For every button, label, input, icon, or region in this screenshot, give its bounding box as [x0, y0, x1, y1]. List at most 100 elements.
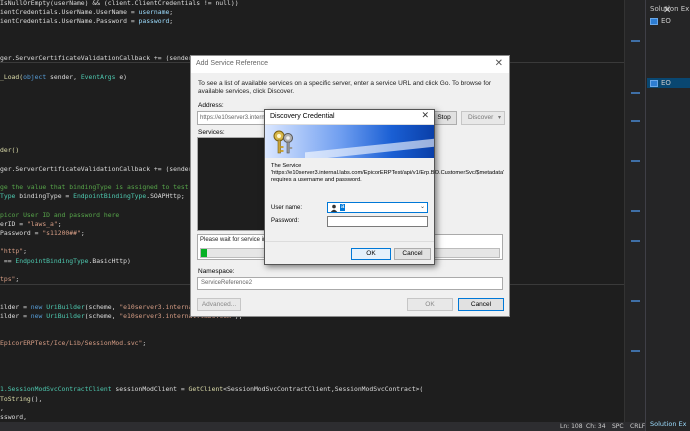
code-line: "http"; [0, 247, 27, 256]
solution-item[interactable]: EO [650, 16, 671, 26]
code-token: erID = [0, 219, 27, 228]
code-token: ; [169, 8, 174, 17]
ok-button[interactable]: OK [351, 248, 391, 260]
code-token: ilder = [0, 302, 31, 311]
code-token: .BasicHttp) [88, 256, 131, 265]
close-icon[interactable]: ✕ [495, 58, 503, 69]
code-token: IsNullOrEmpty(userName) && (client.Clien… [0, 0, 239, 7]
code-line: IsNullOrEmpty(userName) && (client.Clien… [0, 0, 239, 8]
discovery-credential-dialog: Discovery Credential ✕ The Service 'http… [264, 109, 505, 265]
code-line: ToString(), [0, 395, 42, 404]
code-token: new [30, 302, 43, 311]
code-line: der() [0, 146, 19, 155]
code-line: == EndpointBindingType.BasicHttp) [0, 257, 131, 266]
code-line: Type bindingType = EndpointBindingType.S… [0, 192, 185, 201]
code-token: , [0, 403, 4, 412]
code-token: <SessionModSvcContractClient,SessionModS… [223, 385, 424, 394]
code-line: ger.ServerCertificateValidationCallback … [0, 165, 215, 174]
status-bar: Ln: 108 Ch: 34 SPC CRLF [0, 422, 645, 431]
editor-scroll-map[interactable] [624, 0, 645, 422]
code-token: ge the value that bindingType is assigne… [0, 183, 216, 191]
code-token: ; [23, 247, 27, 256]
code-token: tps" [0, 275, 16, 283]
code-line: tps"; [0, 275, 19, 284]
password-field[interactable] [327, 216, 428, 227]
code-token: ientCredentials.UserName.Password = [0, 17, 139, 26]
code-token: (scheme, [84, 311, 120, 320]
code-token: UriBuilder [46, 311, 85, 320]
code-token: picor User ID and password here [0, 210, 120, 219]
solution-explorer-tab[interactable]: Solution Ex [650, 420, 687, 428]
keys-icon [273, 130, 293, 154]
namespace-label: Namespace: [198, 268, 235, 275]
code-token: Password = [0, 229, 43, 237]
code-token: _Load( [0, 72, 24, 81]
code-token: ; [142, 339, 147, 348]
code-line: picor User ID and password here [0, 211, 119, 220]
code-line: ientCredentials.UserName.Password = pass… [0, 17, 173, 26]
code-token: EventArgs [80, 72, 116, 81]
solution-explorer-panel[interactable]: Solution Ex EO EO [645, 0, 690, 431]
code-line: ientCredentials.UserName.UserName = user… [0, 8, 173, 17]
password-label: Password: [271, 218, 300, 224]
instructions-text: To see a list of available services on a… [198, 80, 491, 95]
code-line: ge the value that bindingType is assigne… [0, 183, 215, 192]
credential-message: The Service 'https://e10server3.internal… [271, 163, 505, 183]
dialog-title: Add Service Reference [196, 60, 268, 67]
progress-fill [201, 249, 207, 257]
code-token: (scheme, [84, 302, 120, 311]
solution-item[interactable]: EO [650, 78, 671, 88]
code-token: (), [30, 394, 43, 403]
scroll-map-marker [631, 160, 640, 162]
code-token: sessionModClient = [111, 385, 189, 394]
scroll-map-marker [631, 240, 640, 242]
code-token: .SOAPHttp; [146, 192, 185, 201]
code-token: ilder = [0, 311, 31, 320]
code-token: ssword, [0, 413, 27, 421]
scroll-map-marker [631, 350, 640, 352]
code-token: ; [80, 229, 85, 237]
address-label: Address: [198, 102, 224, 109]
scroll-map-marker [631, 120, 640, 122]
services-label: Services: [198, 129, 225, 136]
status-column: Ch: 34 [586, 423, 606, 430]
credential-banner [265, 125, 434, 158]
scroll-map-marker [631, 210, 640, 212]
scroll-map-marker [631, 300, 640, 302]
status-line: Ln: 108 [560, 423, 583, 430]
scroll-map-marker [631, 92, 640, 94]
close-icon[interactable]: ✕ [421, 111, 429, 121]
advanced-button[interactable]: Advanced... [197, 298, 241, 311]
chevron-down-icon[interactable]: ⌄ [420, 203, 425, 210]
dialog-titlebar: Add Service Reference ✕ [191, 56, 509, 73]
username-value: a [340, 204, 346, 211]
banner-stripe [305, 137, 434, 158]
code-token: ger.ServerCertificateValidationCallback … [0, 164, 216, 173]
cancel-button[interactable]: Cancel [394, 248, 431, 260]
namespace-input[interactable]: ServiceReference2 [197, 277, 503, 290]
code-token: == [0, 256, 16, 265]
project-icon [650, 17, 658, 25]
code-line: EpicorERPTest/Ice/Lib/SessionMod.svc"; [0, 339, 146, 348]
code-token: "s11200##" [42, 229, 81, 237]
code-token: EndpointBindingType [15, 256, 89, 265]
cancel-button[interactable]: Cancel [458, 298, 504, 311]
dialog-titlebar: Discovery Credential ✕ [265, 110, 434, 125]
discover-button[interactable]: Discover ▾ [461, 111, 505, 125]
code-token: GetClient [188, 385, 224, 394]
code-token: new [30, 311, 43, 320]
ok-button[interactable]: OK [407, 298, 453, 311]
code-token: bindingType = [15, 192, 74, 201]
code-line: ssword, [0, 413, 27, 422]
close-icon[interactable]: ✕ [663, 5, 671, 16]
scroll-map-marker [631, 40, 640, 42]
code-token: 1.SessionModSvcContractClient [0, 385, 112, 394]
project-icon [650, 79, 658, 87]
code-line: Password = "s11200##"; [0, 229, 85, 238]
code-line: _Load(object sender, EventArgs e) [0, 73, 127, 82]
code-token: sender, [46, 72, 81, 81]
code-line: , [0, 404, 4, 413]
status-eol: CRLF [630, 423, 646, 430]
username-combobox[interactable]: a ⌄ [327, 202, 428, 213]
code-line: 1.SessionModSvcContractClient sessionMod… [0, 385, 423, 394]
